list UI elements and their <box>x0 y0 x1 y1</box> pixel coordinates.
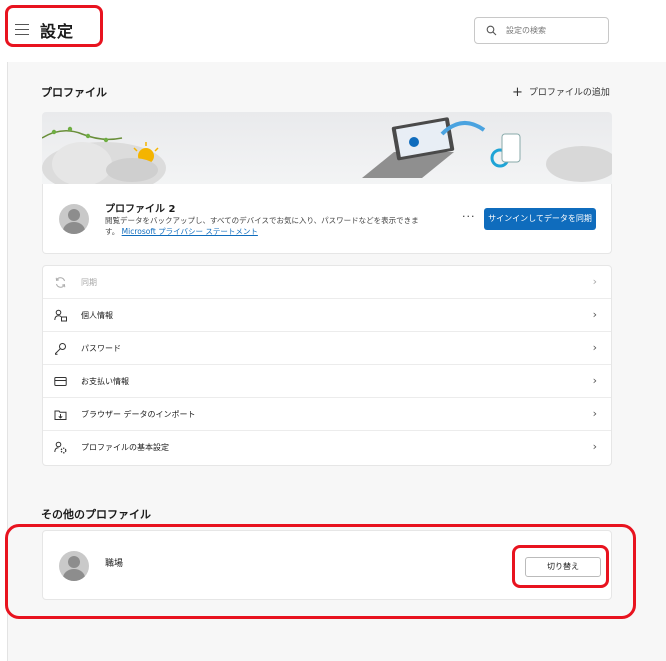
chevron-right-icon: › <box>592 374 597 387</box>
plus-icon: + <box>512 85 523 100</box>
list-item-payment-info[interactable]: お支払い情報 › <box>43 365 611 398</box>
chevron-right-icon: › <box>592 275 597 288</box>
avatar <box>59 204 89 234</box>
chevron-right-icon: › <box>592 308 597 321</box>
list-item-label: 同期 <box>81 278 97 287</box>
add-profile-label: プロファイルの追加 <box>528 88 610 98</box>
list-item-sync[interactable]: 同期 › <box>43 266 611 299</box>
list-item-label: パスワード <box>81 344 121 353</box>
list-item-label: 個人情報 <box>81 311 113 320</box>
chevron-right-icon: › <box>592 341 597 354</box>
banner-art <box>42 117 612 184</box>
profile-description: 閲覧データをバックアップし、すべてのデバイスでお気に入り、パスワードなどを表示で… <box>105 215 423 237</box>
list-item-label: プロファイルの基本設定 <box>81 443 169 452</box>
list-item-profile-preferences[interactable]: プロファイルの基本設定 › <box>43 431 611 464</box>
list-item-passwords[interactable]: パスワード › <box>43 332 611 365</box>
switch-button-highlight-box <box>512 545 609 588</box>
credit-card-icon <box>54 377 67 386</box>
search-input[interactable]: 設定の検索 <box>474 17 609 44</box>
current-profile-card: プロファイル 2 閲覧データをバックアップし、すべてのデバイスでお気に入り、パス… <box>42 184 612 254</box>
list-item-label: ブラウザー データのインポート <box>81 410 196 419</box>
chevron-right-icon: › <box>592 407 597 420</box>
search-icon <box>486 25 497 36</box>
chevron-right-icon: › <box>592 440 597 453</box>
sign-in-sync-button[interactable]: サインインしてデータを同期 <box>484 208 596 230</box>
title-highlight-box <box>5 5 103 47</box>
more-options-button[interactable]: ··· <box>462 210 476 223</box>
list-item-personal-info[interactable]: 個人情報 › <box>43 299 611 332</box>
person-info-icon <box>54 309 67 322</box>
profile-settings-icon <box>54 441 67 454</box>
profile-name: プロファイル 2 <box>105 204 176 215</box>
sync-icon <box>55 277 66 288</box>
other-profiles-section-title: その他のプロファイル <box>41 508 151 521</box>
profile-banner-illustration <box>42 112 612 184</box>
add-profile-button[interactable]: + プロファイルの追加 <box>512 85 610 100</box>
profile-settings-list: 同期 › 個人情報 › パスワード › お支払い情報 › ブラウザー データのイ… <box>42 265 612 466</box>
list-item-label: お支払い情報 <box>81 377 129 386</box>
key-icon <box>55 343 66 355</box>
list-item-import-browser-data[interactable]: ブラウザー データのインポート › <box>43 398 611 431</box>
search-placeholder: 設定の検索 <box>506 26 546 35</box>
profiles-section-title: プロファイル <box>41 86 107 99</box>
privacy-statement-link[interactable]: Microsoft プライバシー ステートメント <box>122 227 258 236</box>
import-icon <box>54 410 67 420</box>
